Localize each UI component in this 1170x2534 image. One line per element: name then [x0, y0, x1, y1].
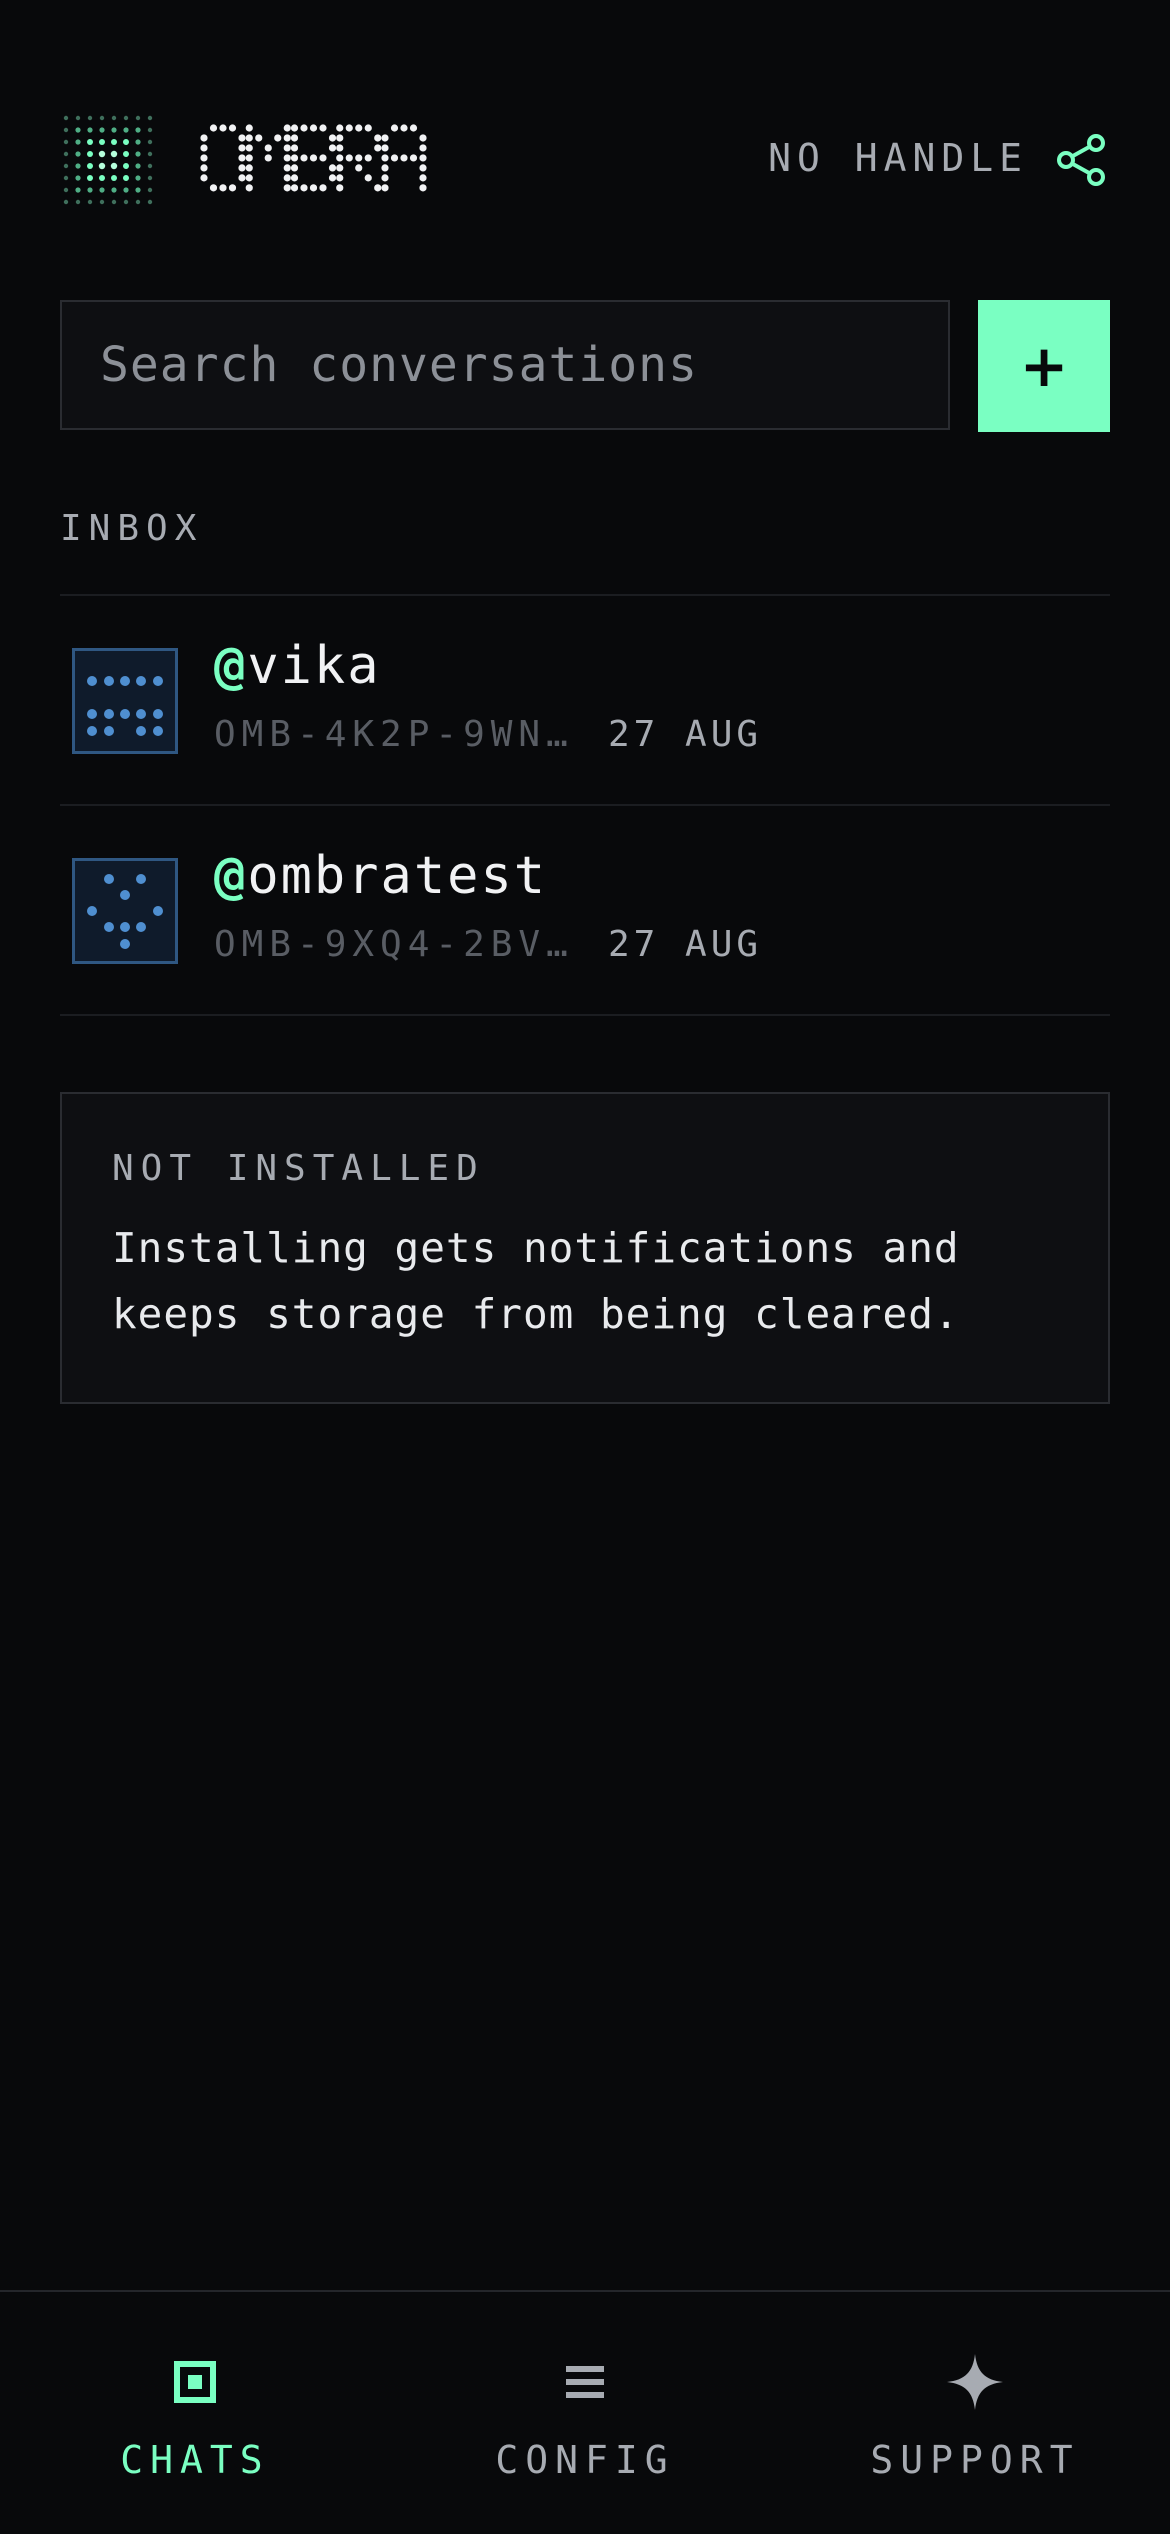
conversation-date: 27 AUG [608, 714, 763, 755]
ombra-logo-icon [63, 115, 153, 205]
conversation-row-ombratest[interactable]: @ombratest OMB-9XQ4-2BVT-… 27 AUG [60, 806, 1110, 1016]
inbox-label: INBOX [60, 508, 204, 549]
install-notice: NOT INSTALLED Installing gets notificati… [60, 1092, 1110, 1404]
notice-title: NOT INSTALLED [112, 1148, 485, 1189]
conversation-date: 27 AUG [608, 924, 763, 965]
share-icon[interactable] [1054, 132, 1110, 188]
brand-wordmark [200, 124, 427, 192]
search-box[interactable] [60, 300, 950, 430]
conversation-name: @vika [214, 636, 381, 696]
avatar [72, 648, 178, 754]
menu-lines-icon [566, 2366, 604, 2398]
bottom-navigation: CHATS CONFIG SUPPORT [0, 2290, 1170, 2534]
conversation-meta: OMB-9XQ4-2BVT-… 27 AUG [214, 924, 762, 965]
conversation-id: OMB-9XQ4-2BVT-… [214, 924, 594, 965]
conversation-meta: OMB-4K2P-9WNR-… 27 AUG [214, 714, 762, 755]
search-input[interactable] [98, 336, 912, 394]
chat-square-icon [174, 2361, 216, 2403]
new-conversation-button[interactable]: + [978, 300, 1110, 432]
nav-label: CONFIG [495, 2438, 675, 2482]
conversation-name: @ombratest [214, 846, 548, 906]
avatar [72, 858, 178, 964]
handle-status[interactable]: NO HANDLE [768, 136, 1028, 180]
notice-body: Installing gets notifications and keeps … [112, 1224, 960, 1338]
conversation-id: OMB-4K2P-9WNR-… [214, 714, 594, 755]
nav-label: CHATS [120, 2438, 270, 2482]
nav-item-chats[interactable]: CHATS [0, 2292, 390, 2534]
nav-label: SUPPORT [870, 2438, 1080, 2482]
nav-item-support[interactable]: SUPPORT [780, 2292, 1170, 2534]
app-header: NO HANDLE [60, 110, 1110, 210]
conversation-row-vika[interactable]: @vika OMB-4K2P-9WNR-… 27 AUG [60, 596, 1110, 806]
conversation-list: @vika OMB-4K2P-9WNR-… 27 AUG @ombratest … [60, 594, 1110, 1016]
sparkle-icon [947, 2354, 1003, 2410]
nav-item-config[interactable]: CONFIG [390, 2292, 780, 2534]
